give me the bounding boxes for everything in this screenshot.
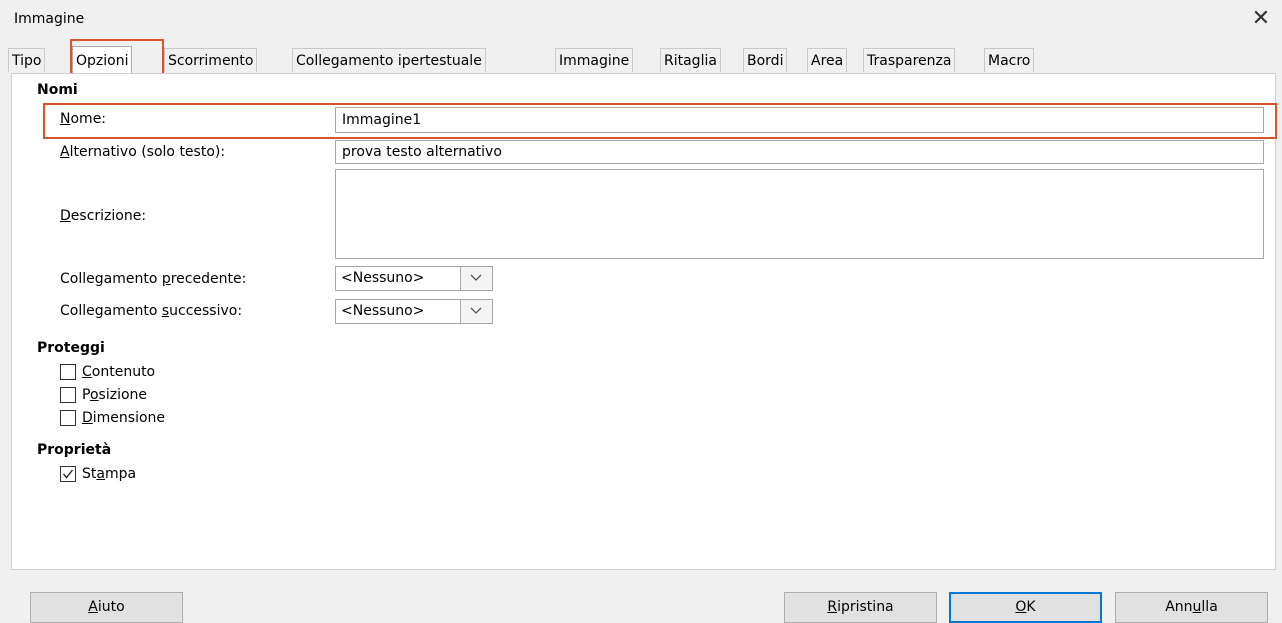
next-label-rest: uccessivo:: [169, 303, 243, 319]
checkbox-box[interactable]: [60, 466, 76, 482]
ok-mnemonic: O: [1015, 599, 1027, 615]
checkbox-box[interactable]: [60, 410, 76, 426]
position-pre: P: [82, 387, 90, 403]
name-input[interactable]: [335, 107, 1264, 133]
prev-label-pre: Collegamento: [60, 271, 162, 287]
previous-link-select[interactable]: <Nessuno>: [335, 266, 493, 291]
size-text: imensione: [92, 410, 166, 426]
print-text: mpa: [104, 466, 137, 482]
alt-text-input[interactable]: [335, 140, 1264, 164]
help-mnemonic: A: [88, 599, 98, 615]
protect-position-label: Posizione: [82, 387, 147, 403]
cancel-pre: Ann: [1165, 599, 1193, 615]
print-mnemonic: a: [96, 466, 105, 482]
tab-opzioni[interactable]: Opzioni: [72, 46, 133, 73]
dialog-title: Immagine: [14, 11, 85, 27]
reset-mnemonic: R: [827, 599, 838, 615]
tab-immagine[interactable]: Immagine: [555, 48, 634, 72]
protect-heading: Proteggi: [37, 340, 105, 356]
reset-button[interactable]: Ripristina: [784, 592, 937, 623]
previous-link-value: <Nessuno>: [341, 270, 425, 286]
tab-area[interactable]: Area: [807, 48, 848, 72]
tab-scorrimento[interactable]: Scorrimento: [164, 48, 258, 72]
print-pre: St: [82, 466, 97, 482]
reset-text: ipristina: [837, 599, 894, 615]
tab-bordi[interactable]: Bordi: [743, 48, 788, 72]
tab-ritaglia[interactable]: Ritaglia: [660, 48, 721, 72]
next-link-select[interactable]: <Nessuno>: [335, 299, 493, 324]
next-label-pre: Collegamento: [60, 303, 162, 319]
checkbox-box[interactable]: [60, 387, 76, 403]
name-label: Nome:: [60, 111, 106, 127]
content-text: ontenuto: [91, 364, 156, 380]
checkmark-icon: [62, 469, 74, 479]
ok-button[interactable]: OK: [949, 592, 1102, 623]
help-text: iuto: [97, 599, 125, 615]
cancel-button[interactable]: Annulla: [1115, 592, 1268, 623]
tab-trasparenza[interactable]: Trasparenza: [863, 48, 956, 72]
cancel-text: lla: [1201, 599, 1218, 615]
protect-size-label: Dimensione: [82, 410, 165, 426]
name-label-text: ome:: [70, 111, 107, 127]
print-checkbox[interactable]: Stampa: [60, 466, 136, 482]
tab-tipo[interactable]: Tipo: [8, 48, 46, 72]
next-link-value: <Nessuno>: [341, 303, 425, 319]
prev-label-mnemonic: p: [161, 271, 171, 287]
close-icon[interactable]: ✕: [1247, 6, 1275, 32]
alt-label-mnemonic: A: [60, 144, 70, 160]
print-label: Stampa: [82, 466, 136, 482]
description-label: Descrizione:: [60, 208, 146, 224]
help-button[interactable]: Aiuto: [30, 592, 183, 623]
previous-link-dropdown-button[interactable]: [460, 267, 492, 290]
size-mnemonic: D: [82, 410, 93, 426]
alt-text-label: Alternativo (solo testo):: [60, 144, 225, 160]
previous-link-label: Collegamento precedente:: [60, 271, 246, 287]
prev-label-rest: recedente:: [170, 271, 247, 287]
tab-macro[interactable]: Macro: [984, 48, 1035, 72]
protect-size-checkbox[interactable]: Dimensione: [60, 410, 165, 426]
protect-content-checkbox[interactable]: Contenuto: [60, 364, 155, 380]
names-heading: Nomi: [37, 82, 78, 98]
dialog-titlebar: Immagine ✕: [0, 0, 1282, 38]
protect-position-checkbox[interactable]: Posizione: [60, 387, 147, 403]
ok-text: K: [1026, 599, 1036, 615]
next-link-label: Collegamento successivo:: [60, 303, 242, 319]
content-mnemonic: C: [82, 364, 92, 380]
chevron-down-icon: [470, 307, 482, 314]
desc-label-text: escrizione:: [70, 208, 147, 224]
alt-label-text: lternativo (solo testo):: [69, 144, 226, 160]
protect-content-label: Contenuto: [82, 364, 155, 380]
position-text: sizione: [98, 387, 148, 403]
chevron-down-icon: [470, 274, 482, 281]
description-textarea[interactable]: [335, 169, 1264, 259]
tab-collegamento-ipertestuale[interactable]: Collegamento ipertestuale: [292, 48, 486, 72]
next-link-dropdown-button[interactable]: [460, 300, 492, 323]
properties-heading: Proprietà: [37, 442, 112, 458]
name-label-mnemonic: N: [60, 111, 71, 127]
desc-label-mnemonic: D: [60, 208, 71, 224]
position-mnemonic: o: [89, 387, 99, 403]
checkbox-box[interactable]: [60, 364, 76, 380]
